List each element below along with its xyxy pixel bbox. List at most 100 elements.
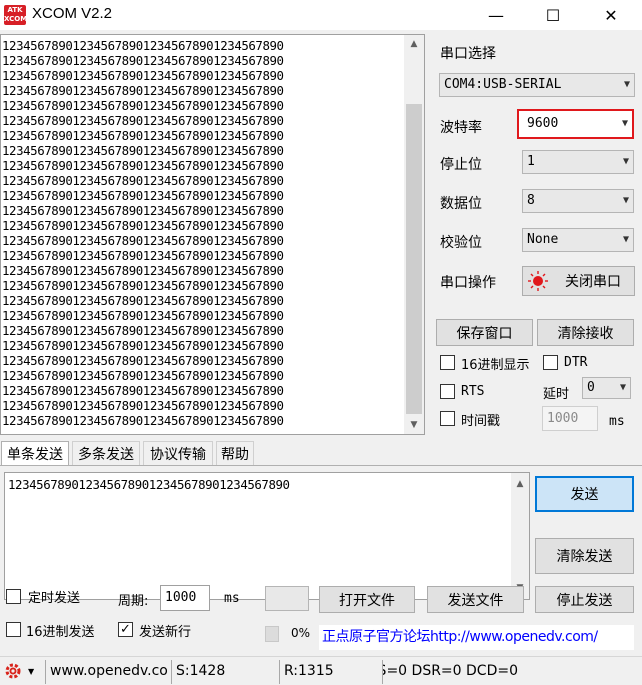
- chevron-down-icon: ▼: [622, 234, 629, 245]
- send-input[interactable]: 1234567890123456789012345678901234567890…: [4, 472, 530, 600]
- scroll-down-icon[interactable]: ▼: [404, 416, 424, 434]
- stop-bits-label: 停止位: [440, 157, 482, 173]
- parity-label: 校验位: [440, 235, 482, 251]
- baud-value: 9600: [527, 116, 559, 131]
- baud-select[interactable]: 9600 ▼: [517, 109, 634, 139]
- receive-line: 1234567890123456789012345678901234567890: [2, 278, 284, 293]
- receive-line: 1234567890123456789012345678901234567890: [2, 98, 284, 113]
- scroll-thumb[interactable]: [406, 104, 422, 414]
- timed-send-checkbox[interactable]: [6, 589, 21, 604]
- receive-line: 1234567890123456789012345678901234567890: [2, 248, 284, 263]
- tab-single-send[interactable]: 单条发送: [1, 441, 69, 465]
- red-indicator-icon: [528, 271, 548, 291]
- receive-line: 1234567890123456789012345678901234567890: [2, 218, 284, 233]
- chevron-down-icon: ▼: [623, 79, 630, 90]
- clear-send-button[interactable]: 清除发送: [535, 538, 634, 574]
- minimize-button[interactable]: —: [473, 0, 519, 30]
- stop-bits-select[interactable]: 1 ▼: [522, 150, 634, 174]
- delay-select[interactable]: 0 ▼: [582, 377, 631, 399]
- status-line-signals: CTS=0 DSR=0 DCD=0: [382, 660, 518, 684]
- forum-link[interactable]: 正点原子官方论坛http://www.openedv.com/: [319, 625, 634, 650]
- progress-label: 0%: [291, 626, 311, 640]
- settings-menu[interactable]: ▼: [4, 660, 44, 682]
- window-title: XCOM V2.2: [32, 5, 113, 22]
- dtr-label: DTR: [564, 355, 588, 370]
- period-label: 周期:: [118, 594, 149, 609]
- dtr-checkbox[interactable]: [543, 355, 558, 370]
- receive-line: 1234567890123456789012345678901234567890: [2, 413, 284, 428]
- receive-line: 1234567890123456789012345678901234567890: [2, 68, 284, 83]
- rts-label: RTS: [461, 384, 485, 399]
- scroll-up-icon[interactable]: ▲: [404, 35, 424, 53]
- port-select-label: 串口选择: [440, 46, 496, 62]
- port-operation-label: 串口操作: [440, 275, 496, 291]
- send-scrollbar[interactable]: ▲ ▼: [511, 473, 529, 599]
- scroll-up-icon[interactable]: ▲: [511, 475, 529, 493]
- timestamp-unit: ms: [609, 414, 625, 429]
- receive-line: 1234567890123456789012345678901234567890: [2, 353, 284, 368]
- timestamp-input[interactable]: 1000: [542, 406, 598, 431]
- receive-line: 1234567890123456789012345678901234567890: [2, 338, 284, 353]
- file-path-box[interactable]: [265, 586, 309, 611]
- maximize-button[interactable]: ☐: [530, 0, 576, 30]
- send-newline-checkbox[interactable]: ✓: [118, 622, 133, 637]
- save-window-button[interactable]: 保存窗口: [436, 319, 533, 346]
- baud-label: 波特率: [440, 120, 482, 136]
- status-line-signals-text: CTS=0 DSR=0 DCD=0: [383, 663, 518, 679]
- period-unit: ms: [224, 591, 240, 606]
- receive-line: 1234567890123456789012345678901234567890: [2, 53, 284, 68]
- chevron-down-icon: ▼: [621, 118, 628, 129]
- delay-value: 0: [587, 380, 595, 395]
- period-input[interactable]: 1000: [160, 585, 210, 611]
- receive-line: 1234567890123456789012345678901234567890: [2, 203, 284, 218]
- stop-send-button[interactable]: 停止发送: [535, 586, 634, 613]
- receive-line: 1234567890123456789012345678901234567890: [2, 143, 284, 158]
- receive-area[interactable]: 1234567890123456789012345678901234567890…: [0, 34, 425, 435]
- send-newline-label: 发送新行: [139, 625, 192, 640]
- close-button[interactable]: ✕: [588, 0, 634, 30]
- status-url[interactable]: www.openedv.com: [45, 660, 169, 684]
- parity-value: None: [527, 232, 559, 247]
- open-file-button[interactable]: 打开文件: [319, 586, 415, 613]
- hex-send-label: 16进制发送: [26, 625, 95, 640]
- receive-line: 1234567890123456789012345678901234567890: [2, 308, 284, 323]
- status-received-count: R:1315: [279, 660, 379, 684]
- receive-scrollbar[interactable]: ▲ ▼: [404, 35, 424, 434]
- tab-help[interactable]: 帮助: [216, 441, 254, 465]
- hex-display-checkbox[interactable]: [440, 355, 455, 370]
- timestamp-checkbox[interactable]: [440, 411, 455, 426]
- receive-line: 1234567890123456789012345678901234567890: [2, 113, 284, 128]
- receive-line: 1234567890123456789012345678901234567890: [2, 368, 284, 383]
- data-bits-select[interactable]: 8 ▼: [522, 189, 634, 213]
- rts-checkbox[interactable]: [440, 384, 455, 399]
- receive-line: 1234567890123456789012345678901234567890: [2, 383, 284, 398]
- chevron-down-icon: ▼: [622, 195, 629, 206]
- receive-line: 1234567890123456789012345678901234567890: [2, 173, 284, 188]
- receive-line: 1234567890123456789012345678901234567890: [2, 38, 284, 53]
- data-bits-value: 8: [527, 193, 535, 208]
- progress-bar: [265, 626, 279, 642]
- receive-line: 1234567890123456789012345678901234567890: [2, 158, 284, 173]
- data-bits-label: 数据位: [440, 196, 482, 212]
- status-sent-count: S:1428: [171, 660, 275, 684]
- chevron-down-icon: ▼: [28, 666, 35, 676]
- send-text: 1234567890123456789012345678901234567890: [8, 477, 290, 492]
- send-file-button[interactable]: 发送文件: [427, 586, 524, 613]
- delay-label: 延时: [543, 387, 570, 402]
- receive-line: 1234567890123456789012345678901234567890: [2, 233, 284, 248]
- chevron-down-icon: ▼: [619, 382, 626, 393]
- receive-line: 1234567890123456789012345678901234567890: [2, 83, 284, 98]
- hex-send-checkbox[interactable]: [6, 622, 21, 637]
- tab-protocol[interactable]: 协议传输: [143, 441, 213, 465]
- receive-line: 1234567890123456789012345678901234567890: [2, 398, 284, 413]
- parity-select[interactable]: None ▼: [522, 228, 634, 252]
- toggle-port-button[interactable]: 关闭串口: [522, 266, 635, 296]
- clear-receive-button[interactable]: 清除接收: [537, 319, 634, 346]
- port-select[interactable]: COM4:USB-SERIAL ▼: [439, 73, 635, 97]
- tab-divider: [0, 465, 642, 466]
- send-button[interactable]: 发送: [535, 476, 634, 512]
- timed-send-label: 定时发送: [28, 591, 81, 606]
- tab-multi-send[interactable]: 多条发送: [72, 441, 140, 465]
- chevron-down-icon: ▼: [622, 156, 629, 167]
- receive-line: 1234567890123456789012345678901234567890: [2, 293, 284, 308]
